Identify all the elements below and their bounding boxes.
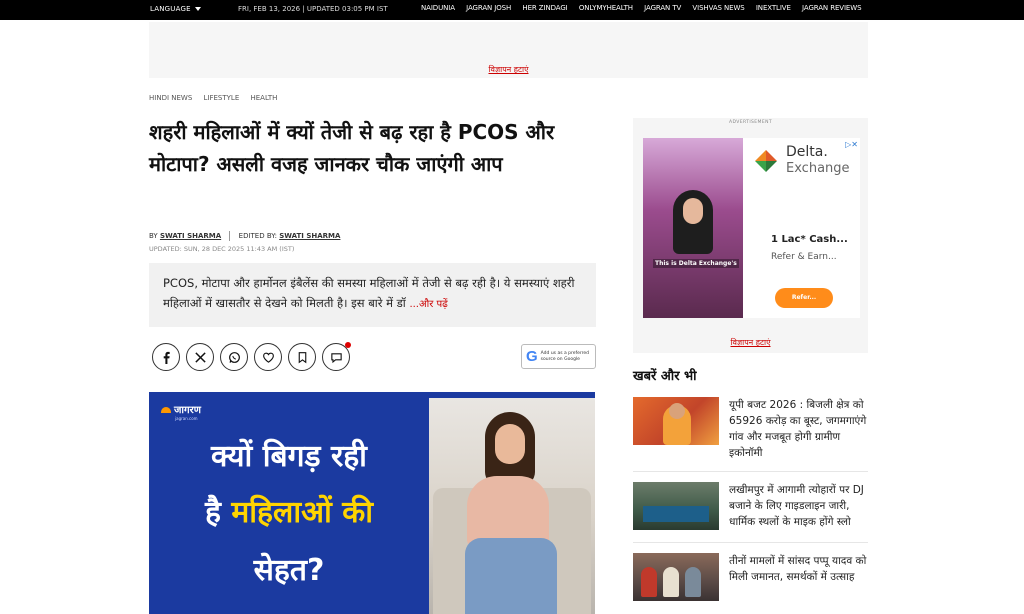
news-thumbnail[interactable]	[633, 553, 719, 601]
language-selector[interactable]: LANGUAGE	[150, 5, 201, 13]
bookmark-icon	[298, 351, 306, 363]
delta-logo-icon	[755, 149, 777, 172]
nav-link-naidunia[interactable]: NAIDUNIA	[421, 4, 455, 12]
facebook-icon	[163, 351, 170, 364]
jagran-logo: जागरण jagran.com	[161, 402, 201, 421]
remove-ad-link[interactable]: विज्ञापन हटाएं	[149, 64, 868, 75]
news-title[interactable]: तीनों मामलों में सांसद पप्पू यादव को मिल…	[729, 553, 869, 585]
more-news-heading: खबरें और भी	[633, 369, 697, 384]
whatsapp-share-button[interactable]	[220, 343, 248, 371]
thumbnail-table	[643, 506, 709, 522]
jagran-logo-sub: jagran.com	[175, 416, 198, 421]
news-thumbnail[interactable]	[633, 397, 719, 445]
news-thumbnail[interactable]	[633, 482, 719, 530]
hero-text-line-3: सेहत?	[253, 553, 325, 588]
ad-refer-text: Refer & Earn...	[771, 252, 837, 262]
author-link[interactable]: SWATI SHARMA	[160, 232, 221, 240]
sun-icon	[161, 407, 171, 413]
google-preferred-source-button[interactable]: G Add us as a preferred source on Google	[521, 344, 596, 369]
jeans-shape	[465, 538, 557, 614]
ad-video-thumbnail: This is Delta Exchange's	[643, 138, 743, 318]
top-ad-banner: विज्ञापन हटाएं	[149, 22, 868, 78]
sweater-shape	[467, 476, 549, 546]
article-hero-image: जागरण jagran.com क्यों बिगड़ रही है महिल…	[149, 392, 595, 614]
thumbnail-person	[641, 567, 657, 597]
hero-text-line-2a: है	[204, 495, 232, 530]
remove-ad-link[interactable]: विज्ञापन हटाएं	[633, 337, 868, 348]
hero-text-line-2: है महिलाओं की	[149, 496, 429, 530]
nav-link-jagran-reviews[interactable]: JAGRAN REVIEWS	[802, 4, 861, 12]
jagran-logo-text: जागरण	[174, 405, 201, 416]
by-label: BY	[149, 232, 158, 240]
ad-video-caption: This is Delta Exchange's	[653, 259, 739, 268]
brand-line-1: Delta.	[786, 144, 828, 160]
thumbnail-person	[663, 567, 679, 597]
google-icon: G	[526, 348, 538, 365]
nav-link-vishvas-news[interactable]: VISHVAS NEWS	[692, 4, 744, 12]
google-badge-line-1: Add us as a preferred	[540, 350, 590, 356]
byline: BY SWATI SHARMA EDITED BY: SWATI SHARMA	[149, 231, 340, 241]
thumbnail-person	[685, 567, 701, 597]
sidebar-ad: ADVERTISEMENT This is Delta Exchange's D…	[633, 118, 868, 353]
article-headline: शहरी महिलाओं में क्यों तेजी से बढ़ रहा ह…	[149, 120, 555, 176]
top-navigation-bar: LANGUAGE FRI, FEB 13, 2026 | UPDATED 03:…	[0, 0, 1024, 20]
summary-text: PCOS, मोटापा और हार्मोनल इंबैलेंस की समस…	[163, 276, 575, 310]
news-title[interactable]: यूपी बजट 2026 : बिजली क्षेत्र को 65926 क…	[729, 397, 869, 461]
like-button[interactable]	[254, 343, 282, 371]
hero-text-line-1: क्यों बिगड़ रही	[211, 439, 367, 474]
breadcrumb-health[interactable]: HEALTH	[250, 94, 277, 102]
breadcrumb-hindi-news[interactable]: HINDI NEWS	[149, 94, 192, 102]
news-title[interactable]: लखीमपुर में आगामी त्योहारों पर DJ बजाने …	[729, 482, 869, 530]
chevron-down-icon	[194, 7, 201, 11]
ad-cta-button[interactable]: Refer...	[775, 288, 833, 308]
nav-link-jagran-josh[interactable]: JAGRAN JOSH	[466, 4, 511, 12]
woman-on-sofa-photo	[429, 398, 595, 614]
whatsapp-icon	[228, 351, 240, 363]
news-item[interactable]: यूपी बजट 2026 : बिजली क्षेत्र को 65926 क…	[633, 397, 869, 472]
ad-offer-text: 1 Lac* Cash...	[771, 234, 848, 245]
nav-link-inextlive[interactable]: INEXTLIVE	[756, 4, 791, 12]
bookmark-button[interactable]	[288, 343, 316, 371]
read-more-link[interactable]: ...और पढ़ें	[409, 299, 447, 310]
editor-link[interactable]: SWATI SHARMA	[279, 232, 340, 240]
news-item[interactable]: लखीमपुर में आगामी त्योहारों पर DJ बजाने …	[633, 482, 869, 543]
facebook-share-button[interactable]	[152, 343, 180, 371]
x-icon	[194, 351, 206, 363]
nav-link-onlymyhealth[interactable]: ONLYMYHEALTH	[579, 4, 633, 12]
network-links: NAIDUNIA JAGRAN JOSH HER ZINDAGI ONLYMYH…	[421, 4, 870, 12]
presenter-face-shape	[683, 198, 703, 224]
date-time-stamp: FRI, FEB 13, 2026 | UPDATED 03:05 PM IST	[238, 5, 388, 13]
divider	[633, 542, 868, 543]
google-badge-text: Add us as a preferred source on Google	[541, 351, 589, 363]
nav-link-her-zindagi[interactable]: HER ZINDAGI	[522, 4, 567, 12]
face-shape	[495, 424, 525, 464]
divider	[633, 471, 868, 472]
thumbnail-head	[669, 403, 685, 419]
breadcrumb-lifestyle[interactable]: LIFESTYLE	[204, 94, 240, 102]
notification-dot	[345, 342, 351, 348]
adchoices-icon[interactable]: ▷✕	[845, 140, 858, 149]
updated-timestamp: UPDATED: SUN, 28 DEC 2025 11:43 AM (IST)	[149, 245, 295, 253]
hero-text-highlight: महिलाओं की	[231, 495, 374, 530]
comment-button[interactable]	[322, 342, 351, 371]
language-label: LANGUAGE	[150, 5, 191, 13]
byline-divider	[229, 231, 231, 241]
google-badge-line-2: source on Google	[540, 356, 580, 362]
news-item[interactable]: तीनों मामलों में सांसद पप्पू यादव को मिल…	[633, 553, 868, 603]
advertisement-label: ADVERTISEMENT	[728, 120, 772, 125]
comment-icon	[330, 352, 342, 363]
edited-by-label: EDITED BY:	[238, 232, 277, 240]
x-share-button[interactable]	[186, 343, 214, 371]
delta-exchange-ad-creative[interactable]: This is Delta Exchange's Delta. Exchange…	[643, 138, 860, 318]
breadcrumb: HINDI NEWS LIFESTYLE HEALTH	[149, 94, 286, 102]
heart-icon	[262, 352, 274, 363]
brand-line-2: Exchange	[786, 161, 850, 176]
delta-exchange-logo: Delta. Exchange	[751, 144, 850, 177]
article-summary: PCOS, मोटापा और हार्मोनल इंबैलेंस की समस…	[149, 263, 596, 327]
nav-link-jagran-tv[interactable]: JAGRAN TV	[644, 4, 681, 12]
